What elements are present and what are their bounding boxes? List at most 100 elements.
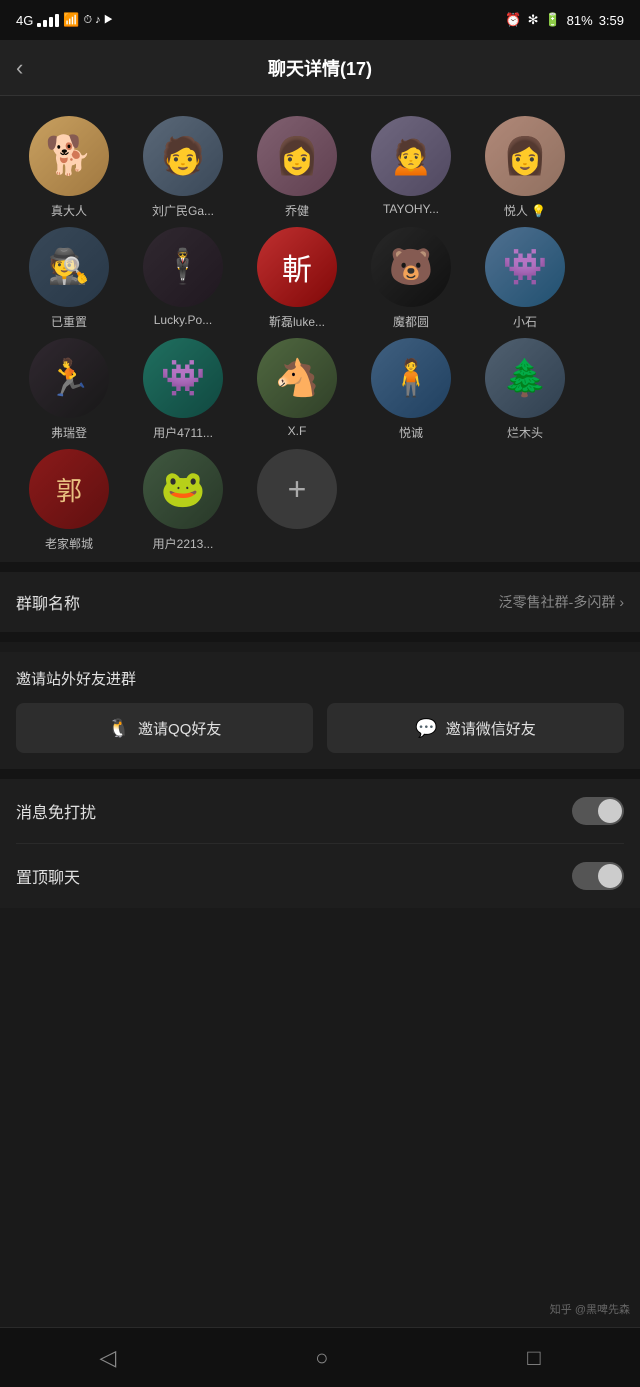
member-name: 魔都圆 bbox=[358, 313, 464, 330]
pin-toggle[interactable] bbox=[572, 862, 624, 890]
divider-2 bbox=[0, 632, 640, 642]
member-name: TAYOHY... bbox=[358, 202, 464, 216]
status-right: ⏰ ✻ 🔋 81% 3:59 bbox=[505, 12, 624, 28]
time-text: 3:59 bbox=[599, 13, 624, 28]
nav-back[interactable]: ◁ bbox=[99, 1345, 116, 1371]
member-name: 刘广民Ga... bbox=[130, 202, 236, 219]
member-item[interactable]: 🧑 刘广民Ga... bbox=[130, 116, 236, 219]
add-member-button[interactable]: + bbox=[244, 449, 350, 552]
signal-bar-1 bbox=[37, 23, 41, 27]
toggle-settings-section: 消息免打扰 置顶聊天 bbox=[0, 779, 640, 908]
member-name: 弗瑞登 bbox=[16, 424, 122, 441]
nav-recent[interactable]: □ bbox=[527, 1345, 540, 1371]
member-item[interactable]: 👩 悦人 💡 bbox=[472, 116, 578, 219]
invite-qq-label: 邀请QQ好友 bbox=[138, 718, 221, 739]
battery-text: 81% bbox=[567, 13, 593, 28]
group-name-label: 群聊名称 bbox=[16, 590, 80, 614]
invite-wechat-button[interactable]: 💬 邀请微信好友 bbox=[327, 703, 624, 753]
member-item[interactable]: 🐕 真大人 bbox=[16, 116, 122, 219]
watermark: 知乎 @黑啤先森 bbox=[550, 1301, 630, 1317]
signal-text: 4G bbox=[16, 13, 33, 28]
member-item[interactable]: 🧍 悦诚 bbox=[358, 338, 464, 441]
member-item[interactable]: 🐻 魔都圆 bbox=[358, 227, 464, 330]
extra-icons: ⏱ ♪ ▶ bbox=[84, 14, 113, 27]
member-avatar: 👩 bbox=[485, 116, 565, 196]
member-avatar: 🌲 bbox=[485, 338, 565, 418]
member-avatar: 👾 bbox=[485, 227, 565, 307]
invite-title: 邀请站外好友进群 bbox=[16, 668, 624, 689]
member-item[interactable]: 👩 乔健 bbox=[244, 116, 350, 219]
member-avatar: 郭 bbox=[29, 449, 109, 529]
member-avatar: 🧍 bbox=[371, 338, 451, 418]
member-item[interactable]: 🙍 TAYOHY... bbox=[358, 116, 464, 219]
signal-bar-4 bbox=[55, 14, 59, 27]
add-icon: + bbox=[288, 473, 307, 505]
dnd-toggle[interactable] bbox=[572, 797, 624, 825]
member-name: 乔健 bbox=[244, 202, 350, 219]
member-avatar: 🙍 bbox=[371, 116, 451, 196]
alarm-icon: ⏰ bbox=[505, 12, 521, 28]
bottom-nav: ◁ ○ □ bbox=[0, 1327, 640, 1387]
member-name: 用户4711... bbox=[130, 424, 236, 441]
battery-icon: 🔋 bbox=[544, 12, 560, 28]
invite-qq-button[interactable]: 🐧 邀请QQ好友 bbox=[16, 703, 313, 753]
pin-row[interactable]: 置顶聊天 bbox=[16, 844, 624, 908]
group-name-row[interactable]: 群聊名称 泛零售社群-多闪群 › bbox=[16, 572, 624, 632]
qq-icon: 🐧 bbox=[108, 718, 130, 739]
member-avatar: 🏃 bbox=[29, 338, 109, 418]
member-item[interactable]: 🐴 X.F bbox=[244, 338, 350, 441]
member-item[interactable]: 👾 用户4711... bbox=[130, 338, 236, 441]
member-name: 老家郸城 bbox=[16, 535, 122, 552]
nav-home[interactable]: ○ bbox=[315, 1345, 328, 1371]
member-avatar: 🕵 bbox=[29, 227, 109, 307]
group-name-text: 泛零售社群-多闪群 bbox=[499, 592, 616, 612]
dnd-toggle-knob bbox=[598, 799, 622, 823]
member-name: 悦诚 bbox=[358, 424, 464, 441]
add-button-circle[interactable]: + bbox=[257, 449, 337, 529]
member-name: 小石 bbox=[472, 313, 578, 330]
member-avatar: 🐻 bbox=[371, 227, 451, 307]
member-name: 靳磊luke... bbox=[244, 313, 350, 330]
dnd-row[interactable]: 消息免打扰 bbox=[16, 779, 624, 844]
member-item[interactable]: 郭 老家郸城 bbox=[16, 449, 122, 552]
nav-back-icon: ◁ bbox=[99, 1345, 116, 1371]
member-name: X.F bbox=[244, 424, 350, 438]
member-item[interactable]: 🐸 用户2213... bbox=[130, 449, 236, 552]
member-item[interactable]: 🕴 Lucky.Po... bbox=[130, 227, 236, 330]
nav-home-icon: ○ bbox=[315, 1345, 328, 1371]
member-name: Lucky.Po... bbox=[130, 313, 236, 327]
wechat-icon: 💬 bbox=[415, 718, 437, 739]
chevron-icon: › bbox=[619, 594, 624, 610]
member-avatar: 斬 bbox=[257, 227, 337, 307]
group-name-value: 泛零售社群-多闪群 › bbox=[499, 592, 624, 612]
divider-3 bbox=[0, 769, 640, 779]
pin-label: 置顶聊天 bbox=[16, 864, 80, 888]
header: ‹ 聊天详情(17) bbox=[0, 40, 640, 96]
pin-toggle-knob bbox=[598, 864, 622, 888]
signal-bar-3 bbox=[49, 17, 53, 27]
member-item[interactable]: 🌲 烂木头 bbox=[472, 338, 578, 441]
signal-bars bbox=[37, 14, 59, 27]
member-avatar: 👾 bbox=[143, 338, 223, 418]
members-grid: 🐕 真大人 🧑 刘广民Ga... 👩 乔健 🙍 TAYOHY... 👩 悦人 💡 bbox=[16, 116, 624, 552]
group-name-section: 群聊名称 泛零售社群-多闪群 › bbox=[0, 572, 640, 632]
nav-recent-icon: □ bbox=[527, 1345, 540, 1371]
member-avatar: 🐕 bbox=[29, 116, 109, 196]
invite-wechat-label: 邀请微信好友 bbox=[446, 718, 536, 739]
member-item[interactable]: 🏃 弗瑞登 bbox=[16, 338, 122, 441]
member-item[interactable]: 斬 靳磊luke... bbox=[244, 227, 350, 330]
member-name: 用户2213... bbox=[130, 535, 236, 552]
member-avatar: 👩 bbox=[257, 116, 337, 196]
member-name: 真大人 bbox=[16, 202, 122, 219]
status-left: 4G 📶 ⏱ ♪ ▶ bbox=[16, 12, 113, 28]
back-button[interactable]: ‹ bbox=[16, 55, 23, 81]
divider-1 bbox=[0, 562, 640, 572]
member-avatar: 🐸 bbox=[143, 449, 223, 529]
signal-bar-2 bbox=[43, 20, 47, 27]
member-item[interactable]: 🕵 已重置 bbox=[16, 227, 122, 330]
dnd-label: 消息免打扰 bbox=[16, 799, 96, 823]
member-item[interactable]: 👾 小石 bbox=[472, 227, 578, 330]
member-name: 烂木头 bbox=[472, 424, 578, 441]
invite-section: 邀请站外好友进群 🐧 邀请QQ好友 💬 邀请微信好友 bbox=[0, 652, 640, 769]
member-avatar: 🕴 bbox=[143, 227, 223, 307]
